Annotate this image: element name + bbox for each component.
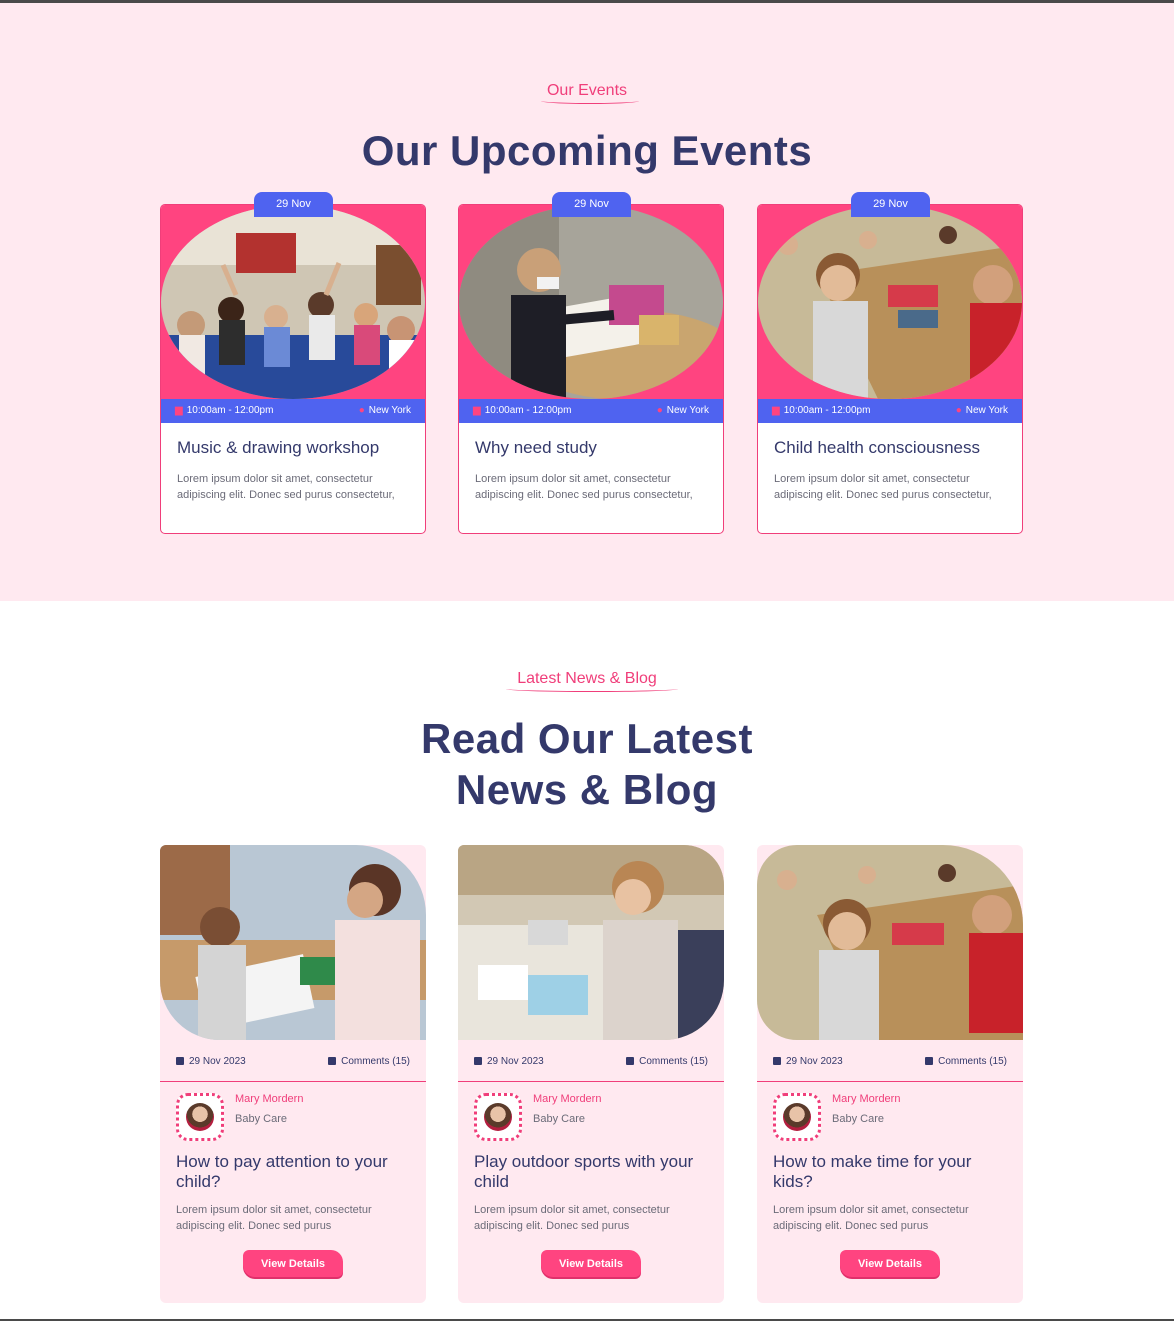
location-pin-icon: ● <box>656 405 663 416</box>
event-photo <box>758 205 1022 399</box>
event-location-text: New York <box>666 405 709 416</box>
event-meta-bar: ▆ 10:00am - 12:00pm ● New York <box>459 399 723 423</box>
blog-comments[interactable]: Comments (15) <box>626 1056 708 1067</box>
event-date-badge: 29 Nov <box>851 192 930 217</box>
view-details-button[interactable]: View Details <box>243 1250 343 1277</box>
blog-comments-text: Comments (15) <box>341 1056 410 1067</box>
event-image-frame <box>459 205 723 399</box>
blog-comments-text: Comments (15) <box>639 1056 708 1067</box>
author-role: Baby Care <box>235 1113 287 1125</box>
event-location-text: New York <box>368 405 411 416</box>
avatar-image <box>186 1103 214 1131</box>
blog-image <box>160 845 426 1040</box>
event-image-frame <box>758 205 1022 399</box>
blog-meta: 29 Nov 2023 Comments (15) <box>773 1056 1007 1072</box>
blog-date: 29 Nov 2023 <box>773 1056 843 1067</box>
events-eyebrow-underline <box>541 98 639 104</box>
blog-date-text: 29 Nov 2023 <box>786 1056 843 1067</box>
blog-description: Lorem ipsum dolor sit amet, consectetur … <box>773 1204 969 1232</box>
comment-icon <box>925 1057 934 1065</box>
calendar-icon <box>773 1057 781 1065</box>
blog-meta: 29 Nov 2023 Comments (15) <box>474 1056 708 1072</box>
event-meta-bar: ▆ 10:00am - 12:00pm ● New York <box>161 399 425 423</box>
blog-photo <box>458 845 724 1040</box>
comment-icon <box>328 1057 337 1065</box>
event-time: ▆ 10:00am - 12:00pm <box>175 399 273 423</box>
view-details-button[interactable]: View Details <box>840 1250 940 1277</box>
author-avatar <box>474 1093 522 1141</box>
calendar-icon <box>474 1057 482 1065</box>
events-heading: Our Upcoming Events <box>361 127 813 174</box>
blog-title[interactable]: How to make time for your kids? <box>773 1152 1009 1192</box>
blog-divider <box>160 1081 426 1082</box>
blog-divider <box>458 1081 724 1082</box>
event-card[interactable]: 29 Nov ▆ 10:00am - 12:00pm ● New York Why … <box>458 192 724 534</box>
author-avatar <box>773 1093 821 1141</box>
blog-date: 29 Nov 2023 <box>474 1056 544 1067</box>
event-description: Lorem ipsum dolor sit amet, consectetur … <box>177 473 395 501</box>
event-description: Lorem ipsum dolor sit amet, consectetur … <box>475 473 693 501</box>
author-role: Baby Care <box>533 1113 585 1125</box>
comment-icon <box>626 1057 635 1065</box>
event-title[interactable]: Music & drawing workshop <box>177 438 417 458</box>
avatar-image <box>783 1103 811 1131</box>
blog-date: 29 Nov 2023 <box>176 1056 246 1067</box>
blog-card[interactable]: 29 Nov 2023 Comments (15) Mary Mordern B… <box>757 845 1023 1303</box>
blog-title[interactable]: Play outdoor sports with your child <box>474 1152 710 1192</box>
blog-date-text: 29 Nov 2023 <box>189 1056 246 1067</box>
author-role: Baby Care <box>832 1113 884 1125</box>
calendar-icon <box>176 1057 184 1065</box>
blog-card[interactable]: 29 Nov 2023 Comments (15) Mary Mordern B… <box>458 845 724 1303</box>
event-meta-bar: ▆ 10:00am - 12:00pm ● New York <box>758 399 1022 423</box>
blog-heading-line1: Read Our Latest <box>421 715 753 762</box>
calendar-icon: ▆ <box>175 405 183 416</box>
author-name[interactable]: Mary Mordern <box>832 1093 900 1105</box>
blog-date-text: 29 Nov 2023 <box>487 1056 544 1067</box>
blog-image <box>757 845 1023 1040</box>
event-description: Lorem ipsum dolor sit amet, consectetur … <box>774 473 992 501</box>
event-title[interactable]: Child health consciousness <box>774 438 1014 458</box>
blog-image <box>458 845 724 1040</box>
event-date-badge: 29 Nov <box>254 192 333 217</box>
blog-divider <box>757 1081 1023 1082</box>
blog-comments[interactable]: Comments (15) <box>328 1056 410 1067</box>
blog-photo <box>757 845 1023 1040</box>
blog-comments-text: Comments (15) <box>938 1056 1007 1067</box>
event-time: ▆ 10:00am - 12:00pm <box>772 399 870 423</box>
blog-description: Lorem ipsum dolor sit amet, consectetur … <box>176 1204 372 1232</box>
event-location-text: New York <box>965 405 1008 416</box>
author-name[interactable]: Mary Mordern <box>235 1093 303 1105</box>
event-photo <box>161 205 425 399</box>
event-image-frame <box>161 205 425 399</box>
blog-heading-line2: News & Blog <box>455 766 719 813</box>
blog-photo <box>160 845 426 1040</box>
blog-title[interactable]: How to pay attention to your child? <box>176 1152 412 1192</box>
author-avatar <box>176 1093 224 1141</box>
view-details-button[interactable]: View Details <box>541 1250 641 1277</box>
blog-eyebrow-underline <box>506 686 678 692</box>
author-name[interactable]: Mary Mordern <box>533 1093 601 1105</box>
event-card[interactable]: 29 Nov ▆ 10:00am - 12:00pm ● New York Chil… <box>757 192 1023 534</box>
avatar-image <box>484 1103 512 1131</box>
event-title[interactable]: Why need study <box>475 438 715 458</box>
event-date-badge: 29 Nov <box>552 192 631 217</box>
calendar-icon: ▆ <box>473 405 481 416</box>
event-time-text: 10:00am - 12:00pm <box>783 405 871 416</box>
event-photo <box>459 205 723 399</box>
event-card[interactable]: 29 Nov ▆ 10:00am - 12:00pm ● New York Mu… <box>160 192 426 534</box>
blog-card[interactable]: 29 Nov 2023 Comments (15) Mary Mordern B… <box>160 845 426 1303</box>
blog-comments[interactable]: Comments (15) <box>925 1056 1007 1067</box>
event-time-text: 10:00am - 12:00pm <box>484 405 572 416</box>
event-time: ▆ 10:00am - 12:00pm <box>473 399 571 423</box>
calendar-icon: ▆ <box>772 405 780 416</box>
event-location: ● New York <box>956 399 1008 423</box>
location-pin-icon: ● <box>955 405 962 416</box>
event-location: ● New York <box>657 399 709 423</box>
event-time-text: 10:00am - 12:00pm <box>186 405 274 416</box>
blog-meta: 29 Nov 2023 Comments (15) <box>176 1056 410 1072</box>
blog-description: Lorem ipsum dolor sit amet, consectetur … <box>474 1204 670 1232</box>
location-pin-icon: ● <box>358 405 365 416</box>
event-location: ● New York <box>359 399 411 423</box>
